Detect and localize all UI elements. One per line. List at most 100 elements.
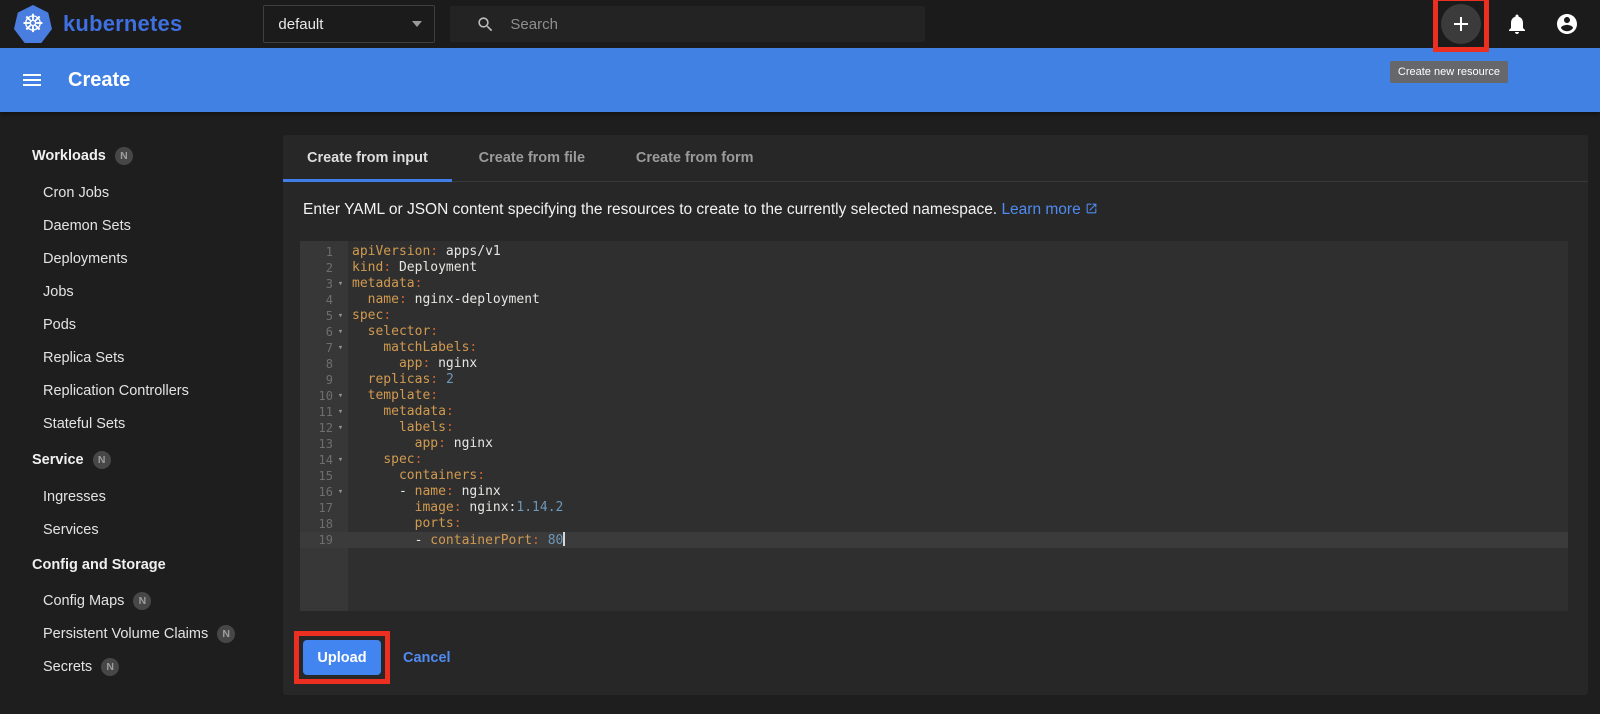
token-punct: : (469, 340, 478, 355)
token-key: selector (367, 324, 431, 339)
sidebar-item-secrets[interactable]: Secrets N (0, 650, 283, 683)
sidebar-item-config-maps[interactable]: Config Maps N (0, 584, 283, 617)
tab-create-from-form[interactable]: Create from form (612, 135, 778, 181)
token-val: nginx (430, 356, 478, 371)
code-line: 15 containers: (300, 468, 1568, 484)
token-val (352, 404, 383, 419)
token-val (352, 500, 415, 515)
chevron-down-icon (412, 21, 423, 27)
annotation-box-upload: Upload (294, 631, 390, 684)
token-val: apps/v1 (438, 244, 501, 259)
line-number: 2 (325, 261, 333, 275)
code-line: 18 ports: (300, 516, 1568, 532)
sidebar-item-deployments[interactable]: Deployments (0, 242, 283, 275)
fold-arrow-icon[interactable]: ▾ (333, 452, 348, 468)
tab-create-from-input[interactable]: Create from input (283, 135, 452, 182)
sidebar-item-daemon-sets[interactable]: Daemon Sets (0, 209, 283, 242)
token-punct: : (477, 468, 486, 483)
fold-arrow-icon[interactable]: ▾ (333, 388, 348, 404)
token-punct: : (445, 404, 454, 419)
token-val (352, 436, 415, 451)
code-line: 6 ▾ selector: (300, 324, 1568, 340)
sidebar-item-label: Daemon Sets (43, 217, 131, 234)
sidebar-item-label: Replica Sets (43, 349, 125, 366)
sidebar-item-stateful-sets[interactable]: Stateful Sets (0, 407, 283, 440)
fold-arrow-icon[interactable]: ▾ (333, 340, 348, 356)
token-num: 2 (445, 372, 454, 387)
fold-arrow-icon[interactable]: ▾ (333, 420, 348, 436)
sidebar-item-label: Stateful Sets (43, 415, 126, 432)
sidebar-section-header[interactable]: Config and Storage (0, 546, 283, 584)
sidebar-item-label: Secrets (43, 658, 93, 675)
kubernetes-logo[interactable]: ☸ kubernetes (14, 5, 182, 43)
yaml-editor[interactable]: 1 apiVersion: apps/v1 2 kind: Deployment 3 ▾ m… (300, 241, 1568, 611)
token-key: name (414, 484, 446, 499)
line-number: 8 (325, 357, 333, 371)
token-key: app (414, 436, 439, 451)
token-punct: : (414, 452, 423, 467)
code-line: 11 ▾ metadata: (300, 404, 1568, 420)
token-punct: : (445, 484, 454, 499)
topbar-actions (1433, 0, 1579, 52)
token-val: nginx (445, 436, 493, 451)
learn-more-link[interactable]: Learn more (1001, 201, 1080, 218)
code-text: app: nginx (348, 356, 477, 372)
create-new-resource-button[interactable] (1441, 4, 1481, 44)
sidebar-item-persistent-volume-claims[interactable]: Persistent Volume Claims N (0, 617, 283, 650)
fold-gutter (333, 372, 348, 388)
sidebar-item-jobs[interactable]: Jobs (0, 275, 283, 308)
fold-arrow-icon[interactable]: ▾ (333, 324, 348, 340)
search-input[interactable] (510, 15, 891, 33)
fold-arrow-icon[interactable]: ▾ (333, 484, 348, 500)
sidebar-item-cron-jobs[interactable]: Cron Jobs (0, 176, 283, 209)
sidebar-item-replica-sets[interactable]: Replica Sets (0, 341, 283, 374)
token-punct: : (430, 372, 439, 387)
fold-gutter (333, 532, 348, 548)
fold-arrow-icon[interactable]: ▾ (333, 404, 348, 420)
token-punct: : (453, 500, 462, 515)
fold-arrow-icon[interactable]: ▾ (333, 276, 348, 292)
sidebar-item-replication-controllers[interactable]: Replication Controllers (0, 374, 283, 407)
account-button[interactable] (1555, 12, 1579, 36)
sidebar-section-header[interactable]: Service N (0, 440, 283, 480)
token-punct: : (438, 436, 446, 451)
sidebar-section-label: Workloads (32, 148, 106, 164)
token-punct: : (398, 292, 407, 307)
line-number: 3 (325, 277, 333, 291)
token-val (352, 340, 383, 355)
code-text: replicas: 2 (348, 372, 454, 388)
token-val: - (352, 484, 415, 499)
tab-create-from-file[interactable]: Create from file (452, 135, 612, 181)
token-val (352, 516, 415, 531)
line-number: 5 (325, 309, 333, 323)
fold-gutter (333, 516, 348, 532)
sidebar-section-header[interactable]: Workloads N (0, 136, 283, 176)
fold-arrow-icon[interactable]: ▾ (333, 308, 348, 324)
code-text: metadata: (348, 276, 422, 292)
code-text: spec: (348, 452, 422, 468)
cancel-button[interactable]: Cancel (403, 650, 451, 666)
token-val (438, 372, 446, 387)
line-number: 9 (325, 373, 333, 387)
sidebar-item-pods[interactable]: Pods (0, 308, 283, 341)
token-val (352, 372, 368, 387)
token-punct: : (453, 516, 462, 531)
upload-button[interactable]: Upload (303, 640, 381, 675)
search-bar[interactable] (450, 6, 926, 42)
token-key: image (414, 500, 454, 515)
menu-button[interactable] (20, 68, 44, 92)
namespace-selector[interactable]: default (263, 5, 436, 43)
sidebar-item-services[interactable]: Services (0, 513, 283, 546)
new-badge: N (114, 147, 133, 165)
token-punct: : (414, 276, 423, 291)
code-text: matchLabels: (348, 340, 477, 356)
line-number: 16 (318, 485, 333, 499)
token-punct: : (430, 244, 439, 259)
sidebar-item-ingresses[interactable]: Ingresses (0, 480, 283, 513)
notifications-button[interactable] (1505, 12, 1529, 36)
token-punct: : (383, 260, 392, 275)
sidebar-item-label: Persistent Volume Claims (43, 625, 209, 642)
fold-gutter (333, 500, 348, 516)
sidebar-item-label: Cron Jobs (43, 184, 110, 201)
token-punct: : (532, 533, 540, 548)
